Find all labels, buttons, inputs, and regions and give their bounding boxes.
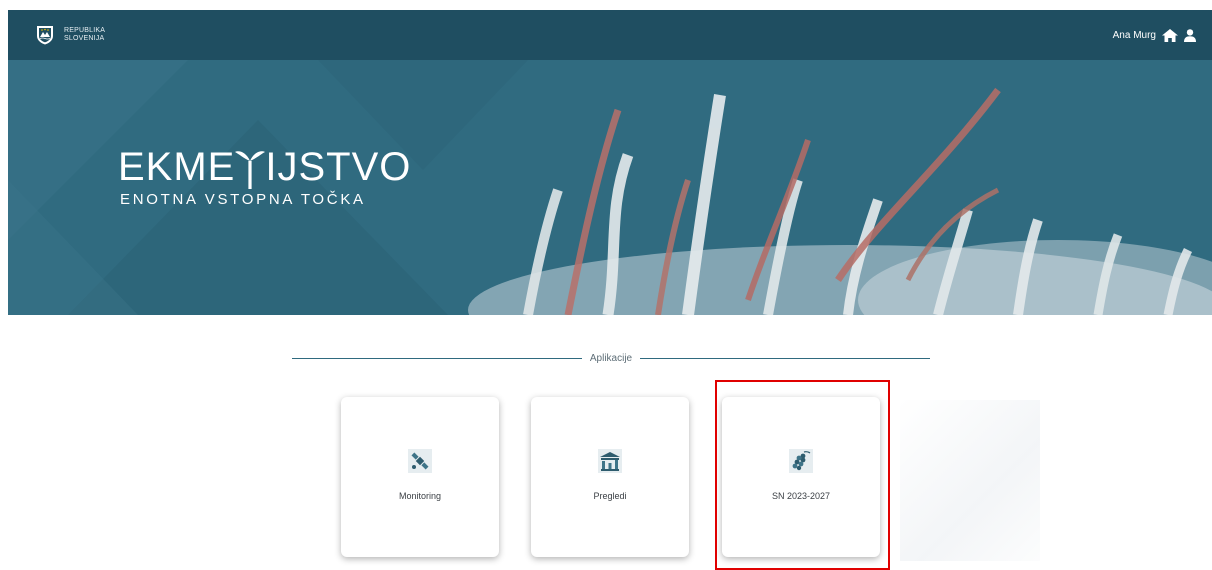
divider-left (292, 357, 582, 359)
app-card-pregledi[interactable]: Pregledi (531, 397, 689, 557)
brand-line-1: REPUBLIKA (64, 27, 106, 34)
app-card-label: Monitoring (398, 491, 442, 501)
divider-right (640, 357, 930, 359)
app-card-monitoring[interactable]: Monitoring (341, 397, 499, 557)
user-name[interactable]: Ana Murg (1113, 30, 1156, 41)
building-chart-icon (598, 449, 622, 473)
user-icon[interactable] (1184, 28, 1196, 42)
brand[interactable]: REPUBLIKA SLOVENIJA (36, 25, 105, 45)
brand-line-2: SLOVENIJA (64, 35, 105, 42)
logo-title: EKME IJSTVO (118, 145, 411, 189)
user-area: Ana Murg (1113, 28, 1196, 42)
selection-highlight-box (715, 380, 890, 570)
logo-title-end: IJSTVO (265, 145, 412, 189)
ekmetijstvo-logo: EKME IJSTVO ENOTNA VSTOPNA TOČKA (118, 145, 411, 208)
satellite-icon (408, 449, 432, 473)
top-bar: REPUBLIKA SLOVENIJA Ana Murg (8, 10, 1212, 60)
logo-subtitle: ENOTNA VSTOPNA TOČKA (120, 191, 366, 208)
slovenia-crest-icon (37, 26, 53, 45)
sprout-icon (235, 151, 266, 189)
brand-text: REPUBLIKA SLOVENIJA (64, 27, 105, 43)
app-card-label: Pregledi (593, 491, 627, 501)
home-icon[interactable] (1162, 28, 1178, 42)
apps-section-header: Aplikacije (292, 348, 930, 368)
decorative-shape (900, 400, 1040, 561)
logo-title-start: EKME (118, 145, 236, 189)
hero-banner: EKME IJSTVO ENOTNA VSTOPNA TOČKA (8, 60, 1212, 315)
section-label: Aplikacije (589, 352, 633, 364)
